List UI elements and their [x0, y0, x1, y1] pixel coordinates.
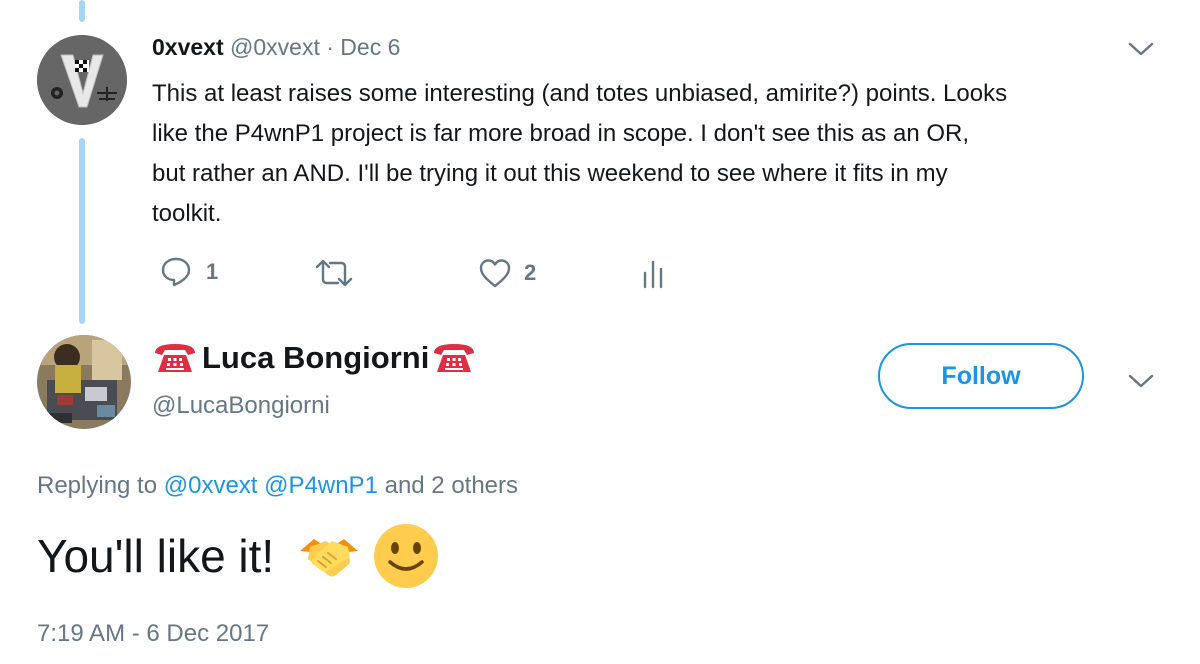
replying-to: Replying to @0xvext @P4wnP1 and 2 others: [37, 472, 518, 500]
heart-icon: [479, 259, 511, 288]
telephone-icon: [434, 344, 475, 372]
slightly-smiling-face-icon: [374, 524, 439, 588]
parent-text-line: toolkit.: [152, 200, 222, 227]
follow-button[interactable]: Follow: [878, 343, 1084, 409]
like-action[interactable]: 2: [478, 258, 536, 288]
parent-tweet-text: This at least raises some interesting (a…: [152, 74, 1007, 234]
parent-handle[interactable]: @0xvext: [230, 34, 320, 60]
analytics-action[interactable]: [641, 259, 667, 289]
parent-header: 0xvext @0xvext · Dec 6: [152, 34, 400, 61]
follow-button-label: Follow: [941, 361, 1021, 390]
main-tweet-text-row: You'll like it!: [37, 522, 440, 590]
parent-separator: ·: [326, 34, 334, 60]
like-count: 2: [524, 260, 537, 285]
profile-photo-icon: [37, 335, 131, 429]
mention-link[interactable]: @P4wnP1: [264, 472, 378, 499]
main-timestamp[interactable]: 7:19 AM - 6 Dec 2017: [37, 620, 269, 648]
replying-prefix: Replying to: [37, 472, 158, 499]
telephone-icon: [155, 344, 195, 372]
v-logo-icon: [37, 35, 127, 125]
thread-line-top: [79, 0, 85, 22]
retweet-icon: [315, 259, 353, 287]
main-handle[interactable]: @LucaBongiorni: [152, 392, 330, 420]
main-avatar[interactable]: [37, 335, 131, 429]
analytics-icon: [643, 260, 663, 289]
mention-link[interactable]: @0xvext: [164, 472, 258, 499]
reply-icon: [161, 257, 191, 287]
parent-avatar[interactable]: [37, 35, 127, 125]
parent-text-line: like the P4wnP1 project is far more broa…: [152, 120, 969, 147]
thread-line-bottom: [79, 138, 85, 324]
main-tweet-text: You'll like it!: [37, 530, 275, 582]
parent-date[interactable]: Dec 6: [340, 34, 400, 60]
handshake-icon: [300, 539, 359, 577]
main-author-name[interactable]: Luca Bongiorni: [202, 340, 429, 376]
reply-count: 1: [206, 259, 219, 284]
reply-action[interactable]: 1: [160, 256, 218, 288]
main-author-row[interactable]: Luca Bongiorni: [152, 340, 477, 376]
retweet-action[interactable]: [314, 258, 354, 288]
parent-text-line: but rather an AND. I'll be trying it out…: [152, 160, 948, 187]
main-chevron-down-icon[interactable]: [1127, 372, 1155, 390]
parent-author-name[interactable]: 0xvext: [152, 34, 224, 60]
parent-chevron-down-icon[interactable]: [1127, 40, 1155, 58]
replying-others[interactable]: and 2 others: [385, 472, 518, 499]
parent-text-line: This at least raises some interesting (a…: [152, 80, 1008, 107]
